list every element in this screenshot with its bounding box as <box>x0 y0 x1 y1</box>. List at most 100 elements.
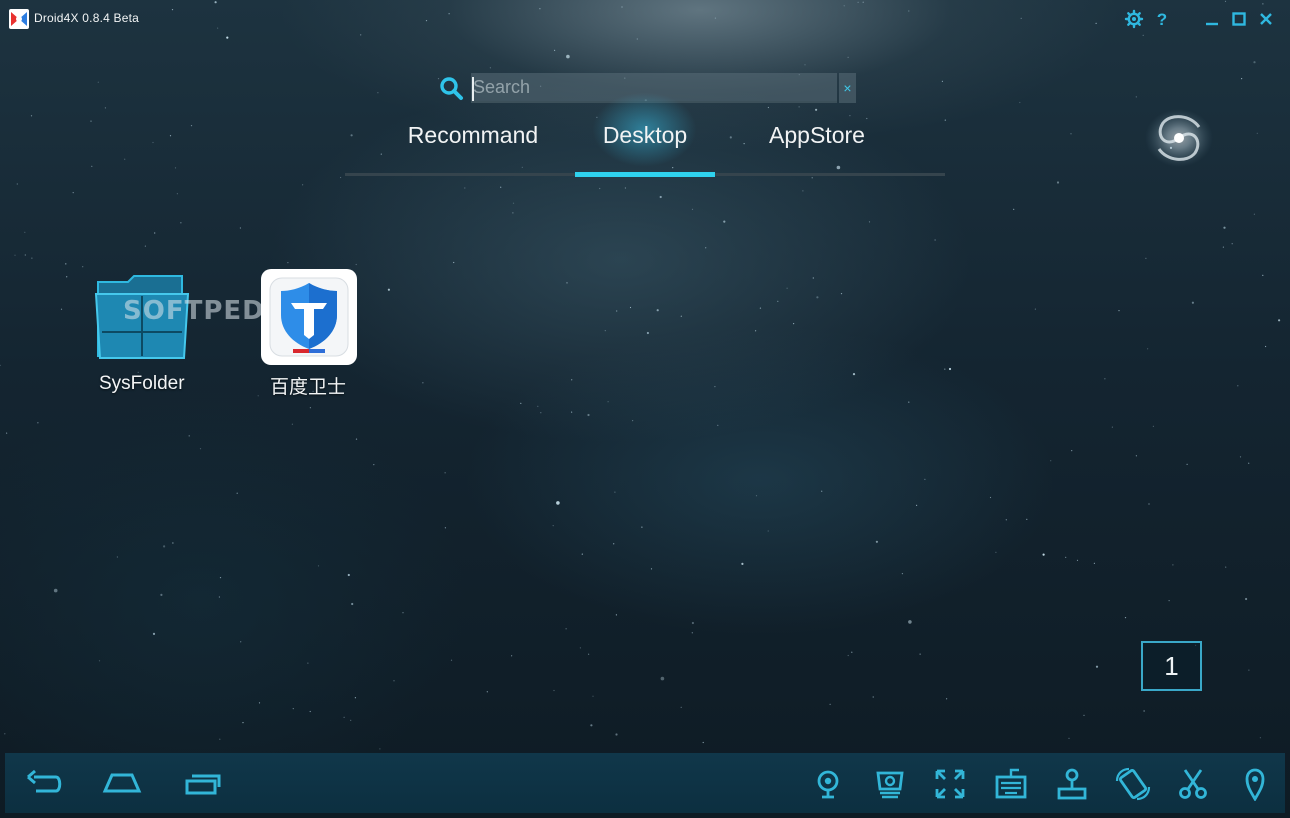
star <box>660 676 665 681</box>
star <box>571 411 573 413</box>
star <box>1050 460 1052 462</box>
scissors-button[interactable] <box>1173 767 1213 801</box>
star <box>1135 96 1137 98</box>
keyboard-button[interactable] <box>991 767 1031 801</box>
star <box>571 379 573 381</box>
star <box>1222 246 1224 248</box>
star <box>309 407 311 409</box>
star <box>1042 553 1045 556</box>
star <box>691 632 693 634</box>
star <box>521 166 523 168</box>
star <box>154 232 156 234</box>
search-icon[interactable] <box>438 75 466 103</box>
camera-button[interactable] <box>808 767 848 801</box>
recent-apps-button[interactable] <box>182 767 222 801</box>
svg-text:?: ? <box>1157 10 1167 29</box>
fullscreen-button[interactable] <box>930 767 970 801</box>
star <box>566 54 570 59</box>
screenshot-button[interactable] <box>870 767 910 801</box>
star <box>37 422 39 424</box>
star <box>924 478 926 480</box>
star <box>520 402 522 404</box>
star <box>218 596 220 598</box>
back-icon <box>27 769 62 793</box>
back-button[interactable] <box>24 767 64 801</box>
star <box>387 288 390 291</box>
star <box>1225 566 1227 568</box>
star <box>680 315 682 317</box>
star <box>444 527 446 529</box>
star <box>1253 213 1255 215</box>
star <box>500 186 502 188</box>
star <box>944 119 946 121</box>
star <box>901 573 904 575</box>
home-button[interactable] <box>102 767 142 801</box>
app-label-sysfolder[interactable]: SysFolder <box>99 373 185 395</box>
star <box>292 708 294 710</box>
star <box>615 733 618 736</box>
keyboard-icon <box>995 768 1027 799</box>
star <box>302 184 304 186</box>
star <box>239 227 241 229</box>
maximize-icon[interactable] <box>1229 9 1249 29</box>
joystick-button[interactable] <box>1052 767 1092 801</box>
star <box>1013 208 1015 210</box>
star <box>350 134 353 137</box>
star <box>24 231 26 233</box>
star <box>1124 617 1127 619</box>
emulator-window: Droid4X 0.8.4 Beta ? Search × Recommand … <box>0 0 1290 818</box>
star <box>291 423 293 425</box>
star <box>804 64 806 66</box>
star <box>350 719 352 722</box>
page-indicator[interactable]: 1 <box>1141 641 1202 691</box>
tab-active-indicator <box>575 172 715 177</box>
title-bar[interactable]: Droid4X 0.8.4 Beta ? <box>0 0 1290 36</box>
star <box>614 491 616 493</box>
bottom-toolbar <box>5 753 1285 813</box>
help-icon[interactable]: ? <box>1152 9 1172 29</box>
star <box>144 245 146 247</box>
settings-icon[interactable] <box>1124 9 1144 29</box>
star <box>717 424 719 426</box>
close-icon[interactable] <box>1256 9 1276 29</box>
star <box>219 738 221 740</box>
rotate-button[interactable] <box>1113 767 1153 801</box>
star <box>1239 456 1242 458</box>
scissors-icon <box>1179 769 1207 799</box>
star <box>1231 243 1233 245</box>
fullscreen-icon <box>935 769 965 799</box>
star <box>351 602 354 606</box>
star <box>60 308 63 310</box>
minimize-icon[interactable] <box>1202 9 1222 29</box>
star <box>258 702 261 704</box>
tab-recommand[interactable]: Recommand <box>393 122 553 154</box>
star <box>798 106 800 108</box>
star <box>512 212 514 214</box>
star <box>989 496 992 499</box>
star <box>812 277 814 279</box>
star <box>377 92 379 94</box>
star <box>613 543 615 545</box>
star <box>347 573 350 577</box>
app-baidu-security[interactable] <box>261 269 357 365</box>
star <box>373 464 375 466</box>
star <box>355 263 357 266</box>
star <box>729 136 732 139</box>
star <box>836 165 841 170</box>
search-clear-button[interactable]: × <box>839 73 856 103</box>
location-button[interactable] <box>1235 767 1275 802</box>
star <box>636 38 638 40</box>
app-label-baidu-security[interactable]: 百度卫士 <box>270 372 346 399</box>
tab-appstore[interactable]: AppStore <box>752 122 882 154</box>
star <box>552 525 554 527</box>
droid4x-logo-icon <box>9 9 29 29</box>
tab-desktop[interactable]: Desktop <box>575 122 715 154</box>
star <box>163 545 166 548</box>
star <box>723 220 726 223</box>
star <box>226 36 229 39</box>
star <box>97 81 99 83</box>
star <box>691 621 695 625</box>
star <box>755 495 758 497</box>
star <box>0 364 1 366</box>
text-caret <box>472 77 474 101</box>
